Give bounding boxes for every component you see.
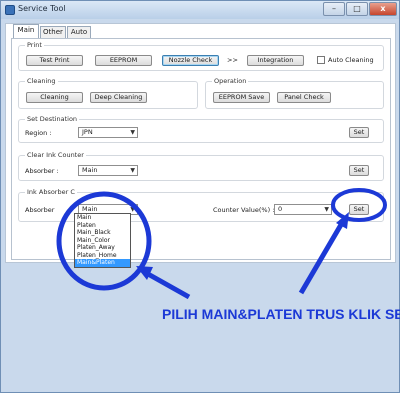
instruction-text: PILIH MAIN&PLATEN TRUS KLIK SET (162, 306, 400, 322)
annotation-circle-icon (56, 191, 152, 291)
service-tool-window: Service Tool – □ x Main Other Auto Print… (0, 0, 400, 393)
annotation-arrow-icon (146, 271, 191, 300)
annotation-overlay (56, 188, 387, 300)
annotation-circle-icon (331, 188, 387, 222)
annotation-arrow-icon (298, 221, 345, 295)
